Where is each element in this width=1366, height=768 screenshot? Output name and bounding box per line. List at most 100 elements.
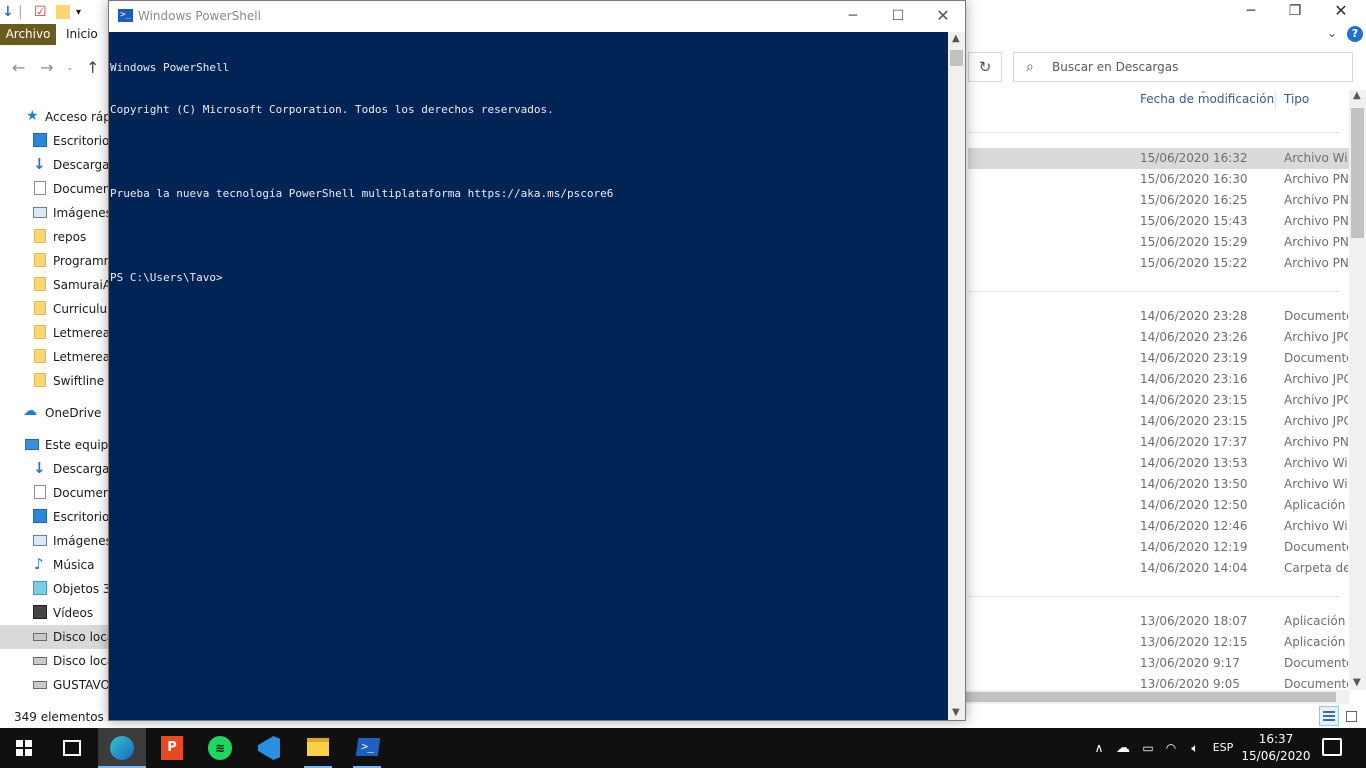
column-header-type[interactable]: Tipo <box>1284 92 1309 112</box>
sidebar-item-onedrive[interactable]: ☁ OneDrive <box>0 401 110 425</box>
taskbar-powershell[interactable]: >_ <box>343 728 391 768</box>
file-row[interactable]: 14/06/2020 17:37 Archivo PNG <box>968 432 1349 453</box>
file-row[interactable]: 13/06/2020 9:17 Documento <box>968 653 1349 674</box>
sidebar-item-documents[interactable]: Documentos <box>0 177 110 201</box>
large-icons-view-button[interactable] <box>1341 706 1361 726</box>
sidebar-item-pc-downloads[interactable]: ↓ Descargas <box>0 457 110 481</box>
sidebar-item-music[interactable]: ♪ Música <box>0 553 110 577</box>
forward-arrow-icon[interactable]: → <box>40 58 53 77</box>
sidebar-item-pc-desktop[interactable]: Escritorio <box>0 505 110 529</box>
file-row[interactable]: 14/06/2020 23:19 Documento <box>968 348 1349 369</box>
customize-toolbar-icon[interactable]: ▾ <box>76 7 81 18</box>
details-view-button[interactable] <box>1319 706 1339 726</box>
action-center-icon[interactable] <box>1322 738 1342 756</box>
file-row[interactable]: 14/06/2020 23:28 Documento <box>968 306 1349 327</box>
ribbon-collapse-icon[interactable]: ⌄ <box>1327 26 1337 40</box>
battery-icon[interactable]: ▭ <box>1137 728 1159 768</box>
new-folder-icon[interactable] <box>56 5 70 19</box>
sidebar-item-downloads[interactable]: ↓ Descargas <box>0 153 110 177</box>
file-row[interactable]: 13/06/2020 12:15 Aplicación <box>968 632 1349 653</box>
system-clock[interactable]: 16:37 15/06/2020 <box>1236 731 1316 765</box>
scroll-down-icon[interactable]: ▼ <box>1353 677 1361 688</box>
file-row[interactable]: 14/06/2020 23:16 Archivo JPG <box>968 369 1349 390</box>
file-row[interactable]: 14/06/2020 13:53 Archivo Win <box>968 453 1349 474</box>
scroll-up-icon[interactable]: ▲ <box>1353 90 1361 101</box>
help-icon[interactable]: ? <box>1347 26 1363 42</box>
console-output[interactable]: Windows PowerShell Copyright (C) Microso… <box>109 32 948 720</box>
file-row[interactable]: 14/06/2020 23:26 Archivo JPG <box>968 327 1349 348</box>
file-row[interactable]: 15/06/2020 16:25 Archivo PNG <box>968 190 1349 211</box>
explorer-close-button[interactable]: ✕ <box>1318 0 1364 24</box>
back-arrow-icon[interactable]: ← <box>12 58 25 77</box>
file-row[interactable]: 14/06/2020 23:15 Archivo JPG <box>968 390 1349 411</box>
file-row[interactable]: 14/06/2020 23:15 Archivo JPG <box>968 411 1349 432</box>
console-prompt[interactable]: PS C:\Users\Tavo> <box>110 271 948 285</box>
tab-home[interactable]: Inicio <box>66 24 98 45</box>
up-arrow-icon[interactable]: ↑ <box>86 58 99 77</box>
download-icon[interactable]: ↓ <box>2 4 14 20</box>
file-row[interactable]: 15/06/2020 16:32 Archivo Win <box>968 148 1349 169</box>
sidebar-item-pc-pictures[interactable]: Imágenes <box>0 529 110 553</box>
file-row[interactable]: 14/06/2020 12:19 Documento <box>968 537 1349 558</box>
file-list-horizontal-scrollbar[interactable] <box>966 690 1349 704</box>
console-scrollbar[interactable]: ▲ ▼ <box>948 32 965 720</box>
sidebar-item-quick-access[interactable]: ★ Acceso rápido <box>0 105 110 129</box>
sidebar-item-letmeread-2[interactable]: Letmeread <box>0 345 110 369</box>
scrollbar-thumb[interactable] <box>950 50 963 66</box>
start-button[interactable] <box>0 728 48 768</box>
language-indicator[interactable]: ESP <box>1208 728 1238 768</box>
recent-chevron-icon[interactable]: ⌄ <box>66 63 74 73</box>
sidebar-item-local-disk-c[interactable]: Disco local <box>0 625 110 649</box>
powershell-window[interactable]: >_ Windows PowerShell ─ ☐ ✕ Windows Powe… <box>108 0 966 721</box>
sidebar-item-programming[interactable]: Programming <box>0 249 110 273</box>
minimize-button[interactable]: ─ <box>830 1 876 31</box>
sidebar-item-swiftline[interactable]: Swiftline Tr <box>0 369 110 393</box>
scrollbar-thumb[interactable] <box>1351 108 1364 238</box>
taskbar-spotify[interactable]: ≋ <box>196 728 244 768</box>
close-button[interactable]: ✕ <box>920 1 966 31</box>
column-header-modified[interactable]: Fecha de modificación <box>1140 92 1274 112</box>
sidebar-item-pictures[interactable]: Imágenes <box>0 201 110 225</box>
sidebar-item-curriculum[interactable]: Curriculum <box>0 297 110 321</box>
tab-file[interactable]: Archivo <box>0 24 56 45</box>
scrollbar-thumb[interactable] <box>966 692 1336 702</box>
properties-icon[interactable]: ☑ <box>34 4 47 20</box>
sidebar-item-videos[interactable]: Vídeos <box>0 601 110 625</box>
sidebar-item-pc-documents[interactable]: Documentos <box>0 481 110 505</box>
taskbar-office[interactable]: P <box>147 728 195 768</box>
taskbar-edge[interactable] <box>98 728 146 768</box>
scroll-down-icon[interactable]: ▼ <box>952 707 960 718</box>
refresh-button[interactable]: ↻ <box>968 52 1002 82</box>
sidebar-item-letmeread[interactable]: Letmeread <box>0 321 110 345</box>
volume-icon[interactable]: 🔈︎ <box>1184 728 1206 768</box>
file-row[interactable]: 13/06/2020 18:07 Aplicación <box>968 611 1349 632</box>
sidebar-item-3d-objects[interactable]: Objetos 3D <box>0 577 110 601</box>
column-separator[interactable] <box>1275 92 1276 110</box>
search-input[interactable] <box>1052 58 1342 76</box>
taskbar-file-explorer[interactable] <box>294 728 342 768</box>
onedrive-tray-icon[interactable]: ☁ <box>1112 728 1134 768</box>
file-row[interactable]: 15/06/2020 15:22 Archivo PNG <box>968 253 1349 274</box>
sidebar-item-desktop[interactable]: Escritorio <box>0 129 110 153</box>
file-row[interactable]: 15/06/2020 16:30 Archivo PNG <box>968 169 1349 190</box>
file-list-vertical-scrollbar[interactable]: ▲ ▼ <box>1349 90 1366 690</box>
sidebar-item-gustavo-drive[interactable]: GUSTAVO ( <box>0 673 110 697</box>
search-box[interactable]: ⌕ <box>1013 52 1353 82</box>
taskbar-vscode[interactable] <box>245 728 293 768</box>
task-view-button[interactable] <box>48 728 96 768</box>
sidebar-item-samuraiapp[interactable]: SamuraiApp <box>0 273 110 297</box>
sidebar-item-repos[interactable]: repos <box>0 225 110 249</box>
explorer-minimize-button[interactable]: ─ <box>1228 0 1274 24</box>
file-row[interactable]: 14/06/2020 12:50 Aplicación <box>968 495 1349 516</box>
maximize-button[interactable]: ☐ <box>875 1 921 31</box>
scroll-up-icon[interactable]: ▲ <box>952 33 960 44</box>
file-row[interactable]: 15/06/2020 15:29 Archivo PNG <box>968 232 1349 253</box>
file-row[interactable]: 14/06/2020 12:46 Archivo Win <box>968 516 1349 537</box>
sidebar-item-this-pc[interactable]: Este equipo <box>0 433 110 457</box>
explorer-restore-button[interactable]: ❐ <box>1272 0 1318 24</box>
wifi-icon[interactable]: ◠ <box>1160 728 1182 768</box>
sidebar-item-local-disk-d[interactable]: Disco local <box>0 649 110 673</box>
file-row[interactable]: 13/06/2020 9:05 Documento <box>968 674 1349 688</box>
show-hidden-icons-chevron-icon[interactable]: ∧ <box>1090 728 1108 768</box>
file-row[interactable]: 14/06/2020 14:04 Carpeta de a <box>968 558 1349 579</box>
